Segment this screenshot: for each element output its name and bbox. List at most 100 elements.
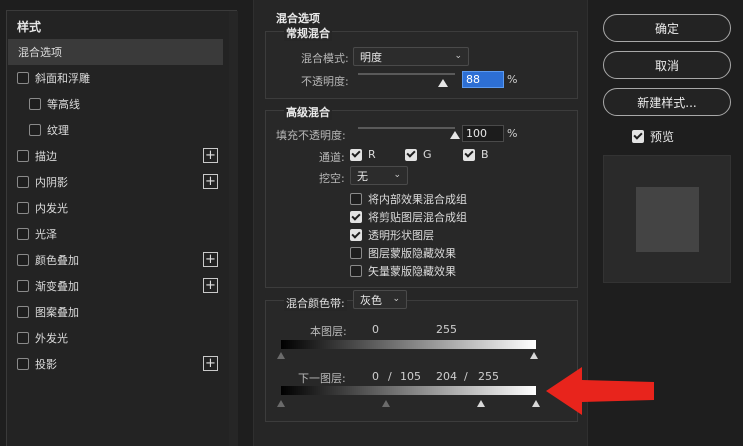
bevel-emboss-checkbox[interactable] (17, 72, 29, 84)
this-layer-white-slider[interactable] (530, 352, 538, 359)
underlying-layer-gradient-bar (281, 386, 536, 395)
channel-g-checkbox[interactable] (405, 148, 417, 161)
chevron-down-icon: ⌄ (392, 294, 400, 304)
transparency-shapes-label: 透明形状图层 (368, 229, 434, 242)
style-item-label: 混合选项 (18, 46, 62, 59)
styles-scrollbar[interactable] (229, 11, 238, 446)
style-item-bevel-emboss[interactable]: 斜面和浮雕 (7, 65, 236, 91)
ok-button[interactable]: 确定 (603, 14, 731, 42)
style-item-blending-options[interactable]: 混合选项 (8, 39, 223, 65)
add-gradient-overlay-icon[interactable]: + (203, 278, 218, 293)
channel-g[interactable]: G (405, 148, 432, 161)
style-item-label: 图案叠加 (35, 306, 79, 319)
underlying-white-slider-left[interactable] (477, 400, 485, 407)
blend-clipped-layers-option[interactable]: 将剪贴图层混合成组 (350, 209, 467, 225)
add-inner-shadow-icon[interactable]: + (203, 174, 218, 189)
channel-r[interactable]: R (350, 148, 376, 161)
underlying-high-a: 204 (436, 370, 457, 383)
fill-opacity-slider-track[interactable] (358, 127, 455, 129)
fill-opacity-input[interactable]: 100 (462, 125, 504, 142)
transparency-shapes-checkbox[interactable] (350, 229, 362, 241)
layer-mask-hides-option[interactable]: 图层蒙版隐藏效果 (350, 245, 456, 261)
underlying-white-slider-right[interactable] (532, 400, 540, 407)
preview-option[interactable]: 预览 (632, 128, 674, 145)
style-item-drop-shadow[interactable]: 投影 + (7, 351, 236, 377)
cancel-button[interactable]: 取消 (603, 51, 731, 79)
opacity-slider-thumb[interactable] (438, 79, 449, 87)
style-item-inner-shadow[interactable]: 内阴影 + (7, 169, 236, 195)
vector-mask-hides-checkbox[interactable] (350, 265, 362, 277)
layer-mask-hides-checkbox[interactable] (350, 247, 362, 259)
underlying-black-slider-left[interactable] (277, 400, 285, 407)
style-item-label: 外发光 (35, 332, 68, 345)
channel-b-label: B (481, 148, 489, 161)
contour-checkbox[interactable] (29, 98, 41, 110)
style-item-inner-glow[interactable]: 内发光 (7, 195, 236, 221)
style-item-contour[interactable]: 等高线 (7, 91, 236, 117)
style-item-texture[interactable]: 纹理 (7, 117, 236, 143)
inner-glow-checkbox[interactable] (17, 202, 29, 214)
pattern-overlay-checkbox[interactable] (17, 306, 29, 318)
new-style-button[interactable]: 新建样式... (603, 88, 731, 116)
preview-label: 预览 (650, 130, 675, 144)
channel-r-label: R (368, 148, 376, 161)
transparency-shapes-option[interactable]: 透明形状图层 (350, 227, 434, 243)
underlying-layer-label: 下一图层: (298, 372, 346, 385)
fill-opacity-unit: % (507, 127, 518, 140)
gradient-overlay-checkbox[interactable] (17, 280, 29, 292)
satin-checkbox[interactable] (17, 228, 29, 240)
blend-interior-effects-checkbox[interactable] (350, 193, 362, 205)
stroke-checkbox[interactable] (17, 150, 29, 162)
style-item-label: 等高线 (47, 98, 80, 111)
opacity-slider-track[interactable] (358, 73, 455, 75)
inner-shadow-checkbox[interactable] (17, 176, 29, 188)
channel-b-checkbox[interactable] (463, 148, 475, 161)
add-drop-shadow-icon[interactable]: + (203, 356, 218, 371)
style-item-label: 斜面和浮雕 (35, 72, 90, 85)
blend-interior-effects-option[interactable]: 将内部效果混合成组 (350, 191, 467, 207)
blending-options-panel: 混合选项 常规混合 混合模式: 明度 ⌄ 不透明度: 88 % 高级混合 填充不… (253, 0, 588, 446)
add-color-overlay-icon[interactable]: + (203, 252, 218, 267)
vector-mask-hides-option[interactable]: 矢量蒙版隐藏效果 (350, 263, 456, 279)
fill-opacity-slider-thumb[interactable] (450, 131, 460, 139)
red-arrow-annotation-icon (546, 367, 654, 415)
color-overlay-checkbox[interactable] (17, 254, 29, 266)
chevron-down-icon: ⌄ (454, 51, 462, 61)
blend-mode-dropdown[interactable]: 明度 ⌄ (353, 47, 469, 66)
blend-mode-value: 明度 (360, 50, 382, 64)
this-layer-black-slider[interactable] (277, 352, 285, 359)
add-stroke-icon[interactable]: + (203, 148, 218, 163)
style-preview-thumbnail (603, 155, 731, 283)
knockout-dropdown[interactable]: 无 ⌄ (350, 166, 408, 185)
blend-if-dropdown[interactable]: 灰色 ⌄ (353, 290, 407, 309)
channel-b[interactable]: B (463, 148, 489, 161)
preview-checkbox[interactable] (632, 130, 644, 143)
style-item-label: 渐变叠加 (35, 280, 79, 293)
channel-r-checkbox[interactable] (350, 148, 362, 161)
style-item-outer-glow[interactable]: 外发光 (7, 325, 236, 351)
blend-clipped-layers-checkbox[interactable] (350, 211, 362, 223)
style-item-pattern-overlay[interactable]: 图案叠加 (7, 299, 236, 325)
style-item-gradient-overlay[interactable]: 渐变叠加 + (7, 273, 236, 299)
fill-opacity-label: 填充不透明度: (276, 129, 346, 142)
vector-mask-hides-label: 矢量蒙版隐藏效果 (368, 265, 456, 278)
opacity-input[interactable]: 88 (462, 71, 504, 88)
general-blending-title: 常规混合 (284, 25, 332, 41)
style-item-label: 内阴影 (35, 176, 68, 189)
blend-mode-label: 混合模式: (301, 52, 349, 65)
underlying-low-b: 105 (400, 370, 421, 383)
drop-shadow-checkbox[interactable] (17, 358, 29, 370)
underlying-low-a: 0 (372, 370, 379, 383)
knockout-value: 无 (357, 169, 368, 183)
style-item-satin[interactable]: 光泽 (7, 221, 236, 247)
underlying-high-b: 255 (478, 370, 499, 383)
styles-list-panel: 样式 混合选项 斜面和浮雕 等高线 纹理 描边 + 内阴影 + 内发光 光泽 颜… (6, 10, 238, 446)
underlying-black-slider-right[interactable] (382, 400, 390, 407)
style-item-color-overlay[interactable]: 颜色叠加 + (7, 247, 236, 273)
outer-glow-checkbox[interactable] (17, 332, 29, 344)
texture-checkbox[interactable] (29, 124, 41, 136)
knockout-label: 挖空: (319, 172, 345, 185)
blend-if-value: 灰色 (360, 293, 382, 307)
style-item-label: 描边 (35, 150, 57, 163)
style-item-stroke[interactable]: 描边 + (7, 143, 236, 169)
